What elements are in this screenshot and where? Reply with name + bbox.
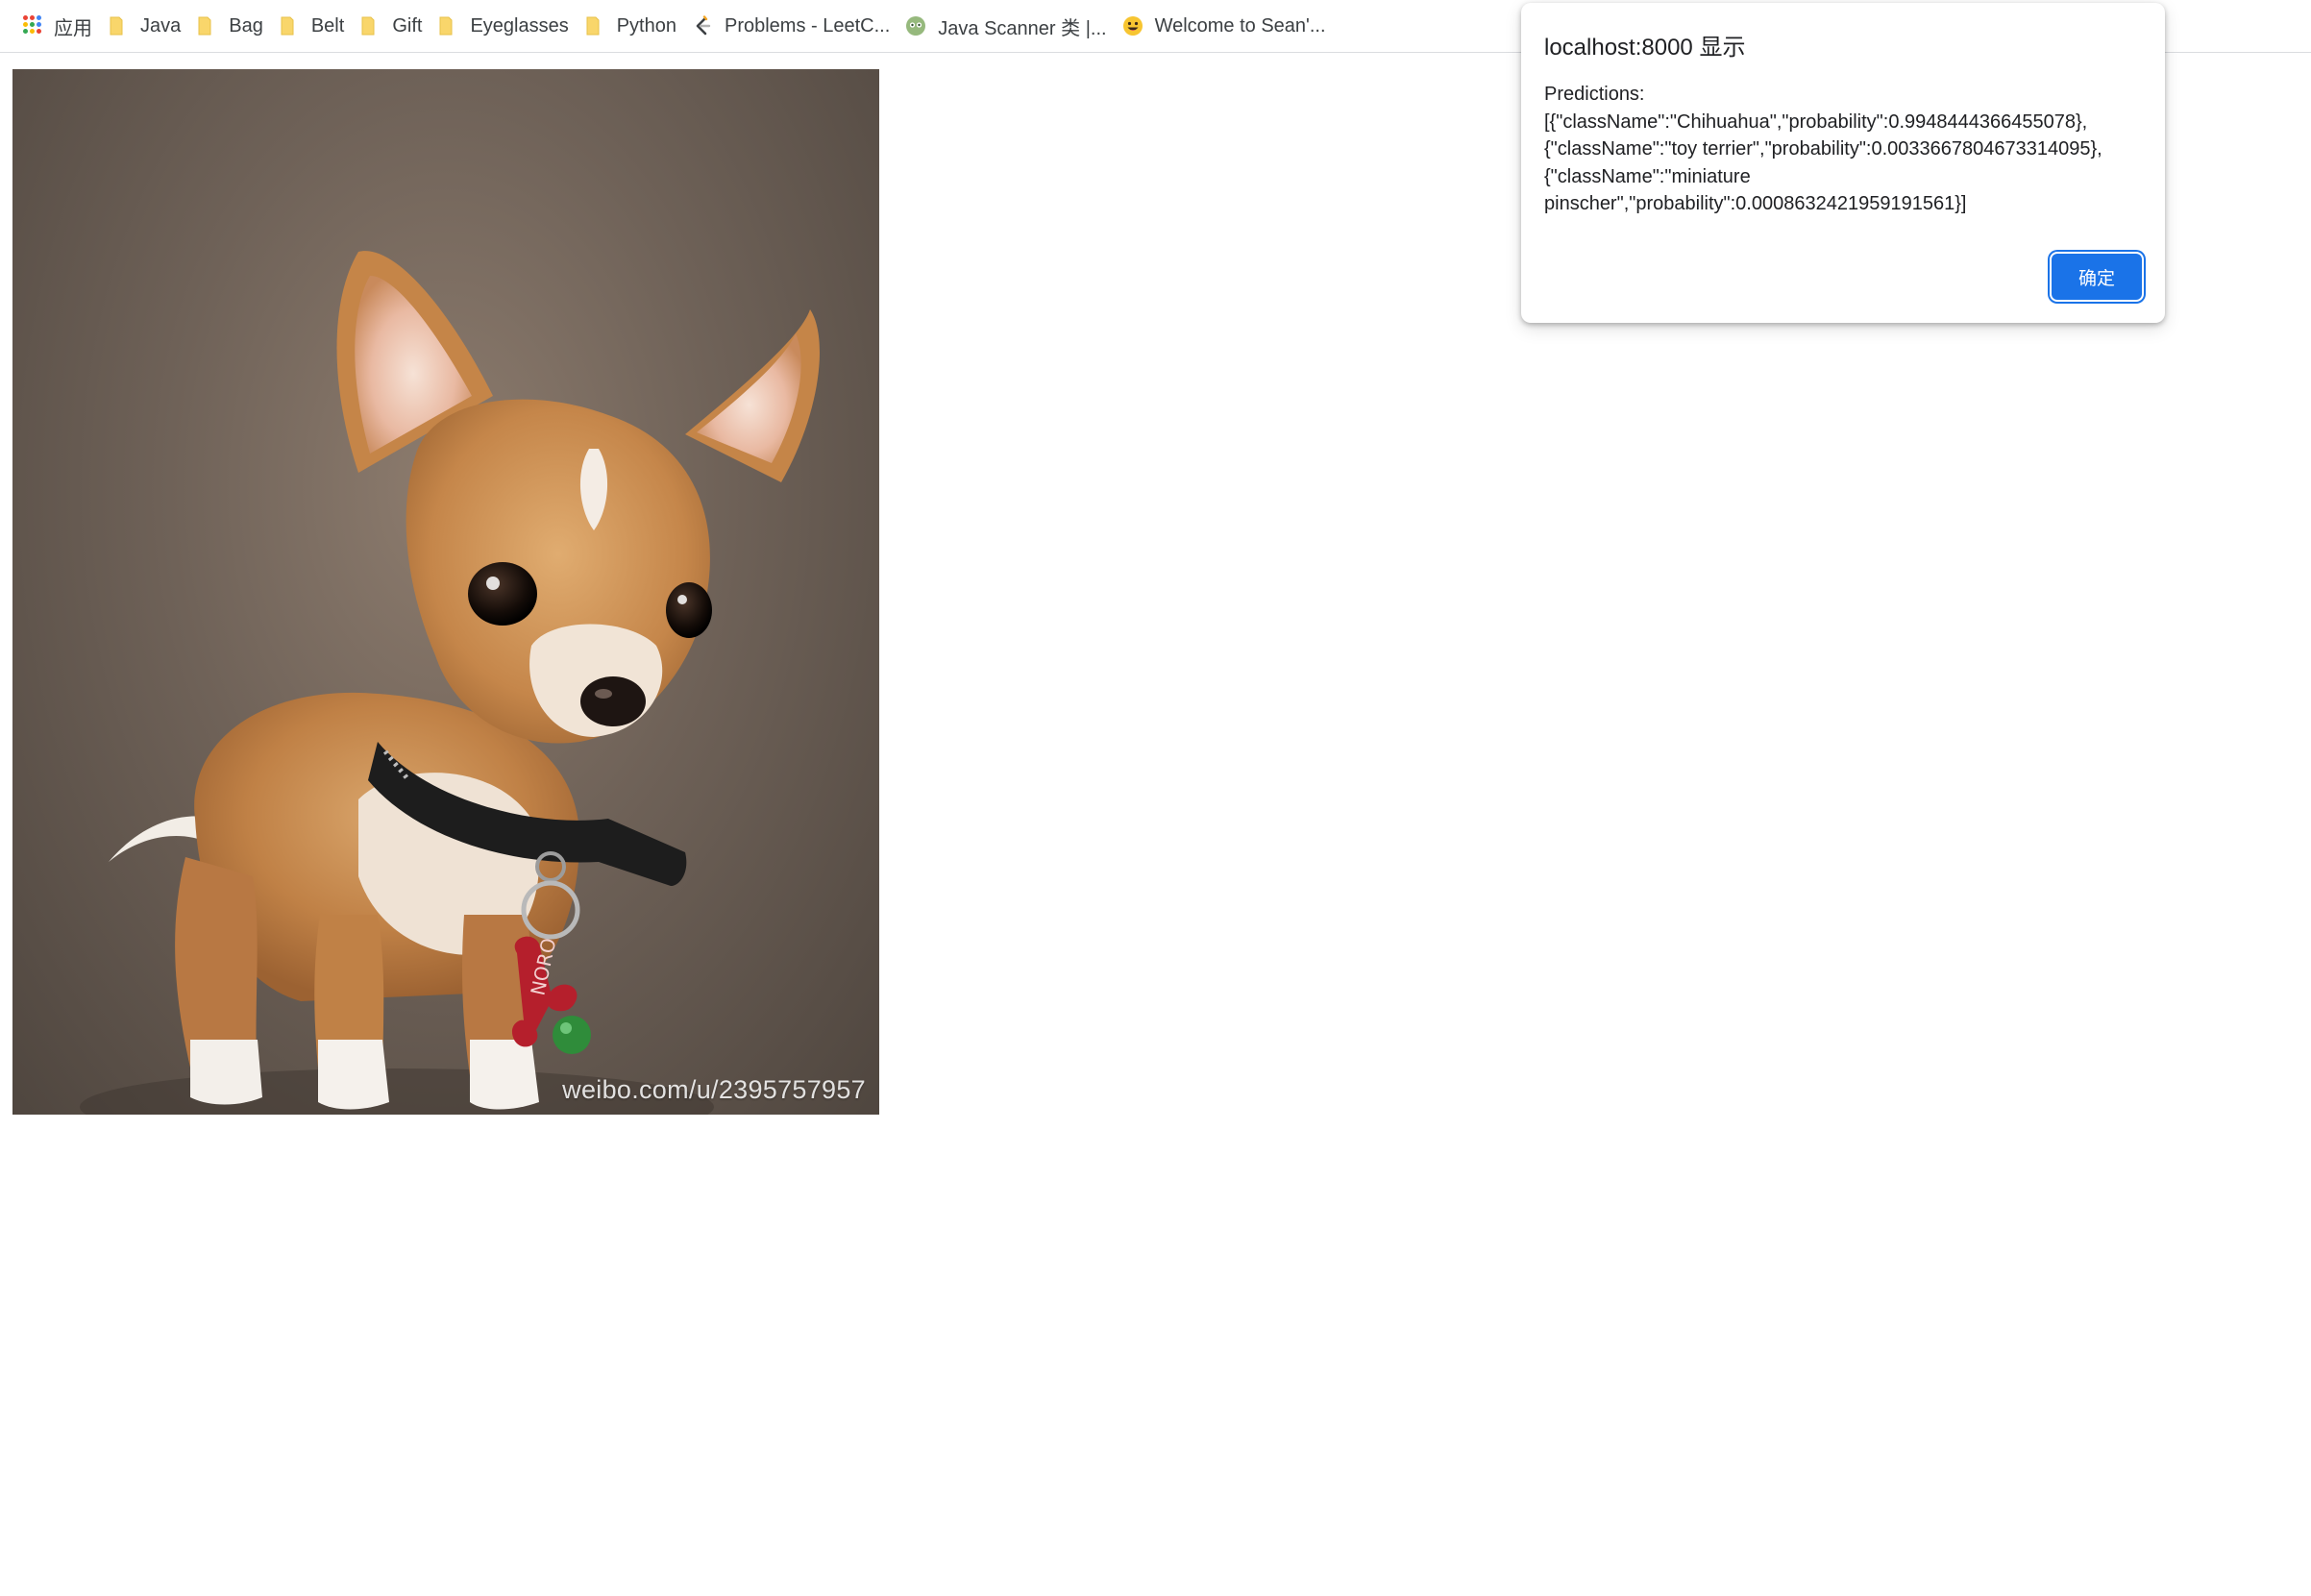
- bookmark-label: Eyeglasses: [470, 14, 569, 37]
- bookmark-java[interactable]: Java: [104, 7, 192, 45]
- folder-icon: [437, 15, 458, 37]
- leetcode-icon: [692, 15, 713, 37]
- bookmark-label: Bag: [229, 14, 263, 37]
- photo-watermark: weibo.com/u/2395757957: [562, 1075, 866, 1104]
- dog-photo: NORO weibo.com/u/2395757957: [12, 69, 879, 1115]
- bookmark-label: Java: [140, 14, 182, 37]
- bookmark-bag[interactable]: Bag: [192, 7, 275, 45]
- chihuahua-illustration: NORO: [80, 251, 820, 1115]
- apps-grid-icon: [21, 15, 42, 37]
- bookmark-welcome-sean[interactable]: Welcome to Sean'...: [1119, 7, 1338, 45]
- folder-icon: [196, 15, 217, 37]
- bookmark-label: Python: [616, 14, 676, 37]
- folder-icon: [584, 15, 605, 37]
- bookmark-label: Welcome to Sean'...: [1154, 14, 1326, 37]
- emoji-icon: [1122, 15, 1143, 37]
- alert-dialog: localhost:8000 显示 Predictions: [{"classN…: [1521, 3, 2165, 323]
- ok-button[interactable]: 确定: [2052, 254, 2142, 300]
- dialog-title: localhost:8000 显示: [1544, 35, 1746, 61]
- message-line: Predictions:: [1544, 84, 1645, 105]
- bookmark-python[interactable]: Python: [580, 7, 688, 45]
- bookmark-label: Belt: [310, 14, 345, 37]
- bookmark-apps[interactable]: 应用: [17, 7, 104, 45]
- bookmark-leetcode[interactable]: Problems - LeetC...: [688, 7, 901, 45]
- message-line: [{"className":"Chihuahua","probability":…: [1544, 110, 2088, 133]
- runoob-icon: [905, 15, 926, 37]
- bookmark-label: Problems - LeetC...: [724, 14, 891, 37]
- bookmark-java-scanner[interactable]: Java Scanner 类 |...: [901, 7, 1118, 45]
- bookmark-label: Java Scanner 类 |...: [938, 17, 1107, 39]
- message-line: pinscher","probability":0.00086324219591…: [1544, 193, 1967, 214]
- message-line: {"className":"miniature: [1544, 165, 1751, 187]
- bookmark-gift[interactable]: Gift: [356, 7, 433, 45]
- folder-icon: [359, 15, 381, 37]
- folder-icon: [279, 15, 300, 37]
- message-line: {"className":"toy terrier","probability"…: [1544, 138, 2102, 160]
- bookmark-label: Gift: [392, 14, 423, 37]
- browser-page: 应用 Java Bag Belt Gift Eyeglasses Python …: [0, 0, 2311, 1596]
- folder-icon: [108, 15, 129, 37]
- dialog-message: Predictions: [{"className":"Chihuahua","…: [1544, 81, 2142, 218]
- bookmark-eyeglasses[interactable]: Eyeglasses: [433, 7, 579, 45]
- bookmark-label: 应用: [54, 17, 92, 39]
- bookmark-belt[interactable]: Belt: [275, 7, 356, 45]
